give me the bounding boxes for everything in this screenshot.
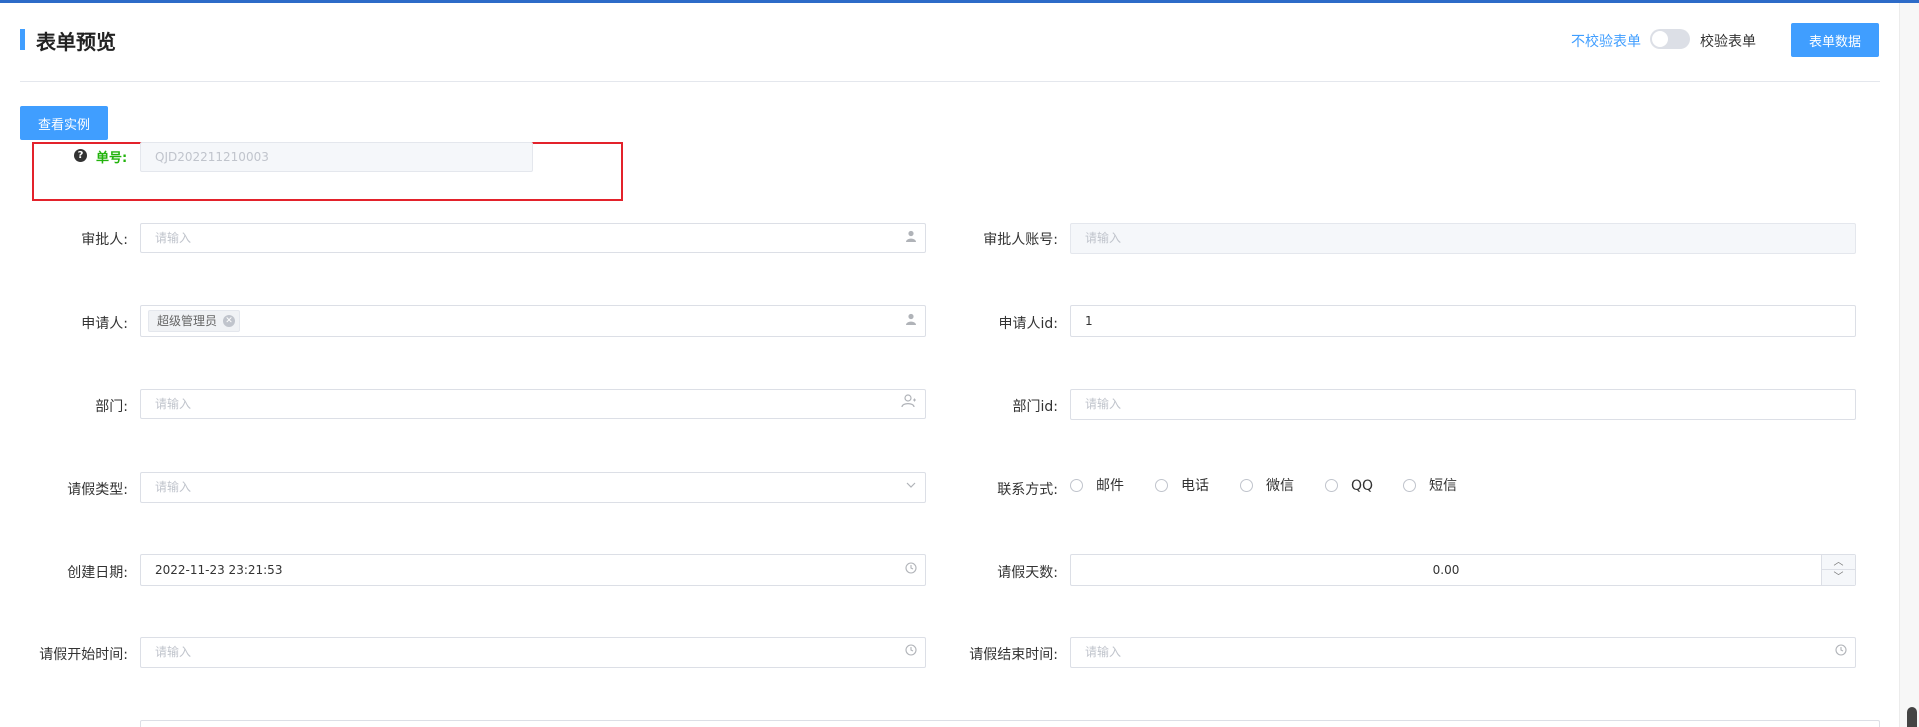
- chevron-down-icon[interactable]: ﹀: [1822, 570, 1855, 585]
- approver-account-placeholder: 请输入: [1085, 231, 1122, 245]
- leave-start-placeholder: 请输入: [155, 645, 192, 659]
- create-date-value: 2022-11-23 23:21:53: [155, 563, 283, 577]
- leave-end-placeholder: 请输入: [1085, 645, 1122, 659]
- user-icon: [905, 224, 917, 252]
- leave-start-input[interactable]: 请输入: [140, 637, 926, 668]
- leave-end-label: 请假结束时间:: [969, 647, 1058, 663]
- question-circle-icon[interactable]: ?: [74, 149, 87, 162]
- department-input[interactable]: 请输入: [140, 389, 926, 419]
- page-title: 表单预览: [36, 30, 116, 54]
- approver-input[interactable]: 请输入: [140, 223, 926, 253]
- leave-days-label: 请假天数:: [997, 565, 1058, 581]
- view-example-button[interactable]: 查看实例: [20, 106, 108, 140]
- leave-end-input[interactable]: 请输入: [1070, 637, 1856, 668]
- validate-toggle[interactable]: [1650, 29, 1690, 49]
- clock-icon: [905, 638, 917, 666]
- applicant-tag-label: 超级管理员: [157, 314, 218, 328]
- contact-option-label: 微信: [1266, 478, 1294, 494]
- department-id-label: 部门id:: [1012, 399, 1059, 415]
- vertical-scrollbar[interactable]: [1899, 3, 1919, 727]
- create-date-label: 创建日期:: [67, 565, 128, 581]
- contact-option-label: 电话: [1181, 478, 1209, 494]
- approver-label: 审批人:: [81, 232, 128, 248]
- leave-start-label: 请假开始时间:: [39, 647, 128, 663]
- order-no-label: 单号:: [96, 151, 128, 166]
- applicant-tag: 超级管理员 ✕: [148, 310, 241, 332]
- form-data-button[interactable]: 表单数据: [1791, 23, 1879, 57]
- applicant-input[interactable]: 超级管理员 ✕: [140, 305, 926, 337]
- close-icon[interactable]: ✕: [223, 315, 236, 327]
- user-group-icon: [901, 390, 917, 418]
- applicant-id-value: 1: [1085, 314, 1093, 328]
- create-date-input[interactable]: 2022-11-23 23:21:53: [140, 554, 926, 586]
- toggle-knob: [1652, 31, 1668, 47]
- contact-option-label: 邮件: [1096, 478, 1124, 494]
- applicant-id-label: 申请人id:: [998, 316, 1059, 332]
- contact-label: 联系方式:: [997, 482, 1058, 498]
- title-accent-bar: [20, 29, 25, 50]
- leave-type-label: 请假类型:: [67, 482, 128, 498]
- textarea-partial[interactable]: [140, 720, 1880, 727]
- scrollbar-thumb[interactable]: [1907, 707, 1917, 727]
- radio-circle: [1155, 479, 1168, 492]
- contact-option-label: 短信: [1429, 478, 1457, 494]
- department-placeholder: 请输入: [155, 397, 192, 411]
- radio-circle: [1325, 479, 1338, 492]
- validate-label[interactable]: 校验表单: [1700, 31, 1756, 51]
- radio-circle: [1403, 479, 1416, 492]
- department-id-placeholder: 请输入: [1085, 397, 1122, 411]
- radio-circle: [1240, 479, 1253, 492]
- order-no-value: QJD202211210003: [155, 150, 269, 164]
- user-icon: [905, 306, 917, 336]
- no-validate-label[interactable]: 不校验表单: [1571, 31, 1641, 51]
- leave-days-stepper: ︿ ﹀: [1821, 555, 1855, 585]
- leave-days-input[interactable]: 0.00 ︿ ﹀: [1070, 554, 1856, 586]
- leave-type-placeholder: 请输入: [155, 480, 192, 494]
- department-label: 部门:: [95, 399, 128, 415]
- approver-account-label: 审批人账号:: [983, 232, 1058, 248]
- applicant-id-input[interactable]: 1: [1070, 305, 1856, 337]
- clock-icon: [905, 555, 917, 585]
- contact-option-label: QQ: [1351, 478, 1374, 494]
- approver-placeholder: 请输入: [155, 231, 192, 245]
- clock-icon: [1835, 638, 1847, 666]
- leave-days-value: 0.00: [1432, 563, 1460, 577]
- department-id-input[interactable]: 请输入: [1070, 389, 1856, 420]
- chevron-up-icon[interactable]: ︿: [1822, 555, 1855, 570]
- top-accent-line: [0, 0, 1919, 3]
- approver-account-input: 请输入: [1070, 223, 1856, 254]
- leave-type-select[interactable]: 请输入: [140, 472, 926, 503]
- header-divider: [20, 81, 1880, 82]
- applicant-label: 申请人:: [81, 316, 128, 332]
- chevron-down-icon: [905, 473, 917, 501]
- radio-circle: [1070, 479, 1083, 492]
- order-no-input: QJD202211210003: [140, 142, 533, 172]
